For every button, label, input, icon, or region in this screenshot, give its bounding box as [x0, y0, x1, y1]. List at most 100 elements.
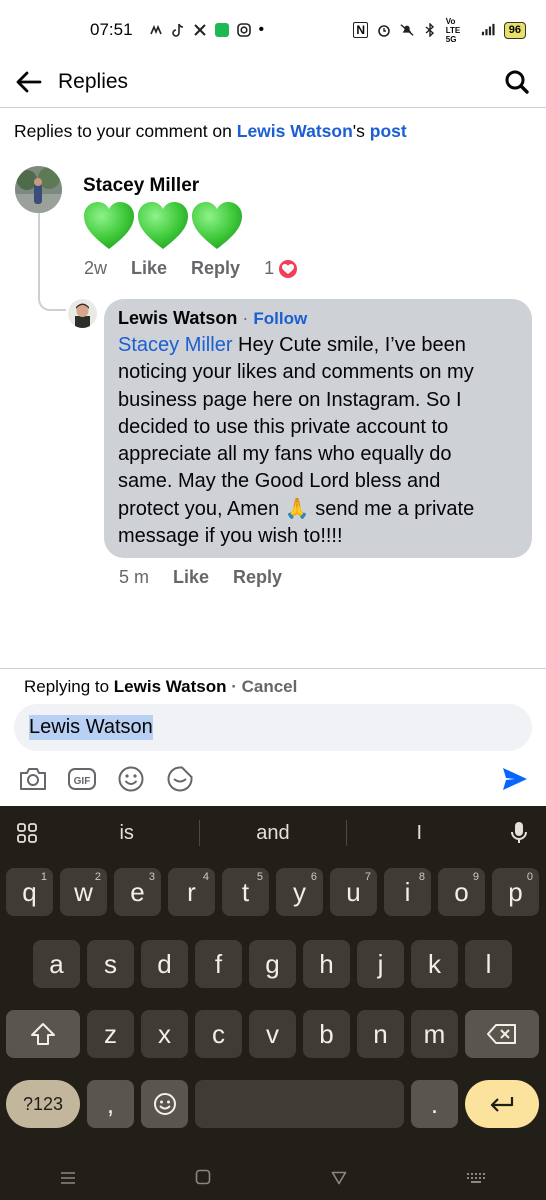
microphone-icon[interactable] [492, 821, 546, 845]
mute-icon [400, 23, 414, 37]
reaction-count: 1 [264, 258, 275, 278]
status-right: N Vo LTE 5G 96 [353, 16, 526, 44]
key-y[interactable]: y6 [276, 868, 323, 916]
reply-line: protect you, Amen 🙏 send me a private [118, 497, 475, 520]
comment-time: 2w [84, 258, 108, 278]
key-b[interactable]: b [303, 1010, 350, 1058]
key-l[interactable]: l [465, 940, 512, 988]
mention-link[interactable]: Stacey Miller [118, 334, 232, 356]
reply-button[interactable]: Reply [191, 258, 240, 279]
key-k[interactable]: k [411, 940, 458, 988]
key-r[interactable]: r4 [168, 868, 215, 916]
key-m[interactable]: m [411, 1010, 458, 1058]
instagram-icon [236, 23, 251, 37]
key-a[interactable]: a [33, 940, 80, 988]
reply-line: message if you wish to!!!! [118, 525, 343, 548]
gif-icon[interactable]: GIF [65, 763, 99, 795]
app-header: Replies [0, 56, 546, 108]
period-key[interactable]: . [411, 1080, 458, 1128]
comma-key[interactable]: , [87, 1080, 134, 1128]
comment-actions: 2w Like Reply 1 [84, 258, 298, 279]
green-heart-icon [138, 202, 188, 249]
keyboard-switch-icon[interactable] [466, 1168, 486, 1191]
svg-text:GIF: GIF [74, 776, 91, 787]
key-t[interactable]: t5 [222, 868, 269, 916]
backspace-key[interactable] [465, 1010, 539, 1058]
suggestion-item[interactable]: is [54, 822, 199, 845]
key-p[interactable]: p0 [492, 868, 539, 916]
shift-icon [31, 1023, 55, 1045]
reply-line: business page here on Instagram. So I [118, 388, 462, 411]
back-nav-icon[interactable] [331, 1168, 347, 1191]
green-app-icon [214, 23, 229, 37]
reply-author-name[interactable]: Lewis Watson [118, 308, 237, 328]
key-d[interactable]: d [141, 940, 188, 988]
enter-icon [490, 1097, 514, 1112]
suggestion-item[interactable]: and [200, 822, 345, 845]
follow-button[interactable]: Follow [253, 309, 307, 328]
key-s[interactable]: s [87, 940, 134, 988]
keyboard-menu-icon[interactable] [0, 822, 54, 844]
avatar[interactable] [15, 166, 62, 213]
post-link[interactable]: post [370, 121, 407, 141]
like-button[interactable]: Like [173, 567, 209, 588]
alarm-icon [377, 23, 391, 37]
reply-line: Hey Cute smile, I’ve been [232, 334, 466, 356]
key-e[interactable]: e3 [114, 868, 161, 916]
home-icon[interactable] [195, 1168, 211, 1191]
replying-to-bar: Replying to Lewis Watson · Cancel [24, 677, 297, 697]
key-i[interactable]: i8 [384, 868, 431, 916]
back-arrow-icon[interactable] [14, 67, 44, 97]
messenger-icon [149, 23, 163, 37]
post-author-link[interactable]: Lewis Watson [237, 121, 353, 141]
reply-input[interactable]: Lewis Watson [14, 704, 532, 751]
reply-actions: 5 m Like Reply [119, 567, 306, 588]
context-prefix: Replies to your comment on [14, 121, 237, 141]
page-title: Replies [58, 69, 129, 93]
search-icon[interactable] [502, 67, 532, 97]
avatar[interactable] [68, 299, 97, 328]
reply-input-value: Lewis Watson [29, 715, 153, 740]
key-w[interactable]: w2 [60, 868, 107, 916]
reply-line: noticing your likes and comments on my [118, 361, 474, 384]
like-button[interactable]: Like [131, 258, 167, 279]
send-icon[interactable] [498, 763, 532, 795]
enter-key[interactable] [465, 1080, 539, 1128]
sticker-icon[interactable] [163, 763, 197, 795]
symbols-key[interactable]: ?123 [6, 1080, 80, 1128]
replying-prefix: Replying to [24, 677, 114, 696]
emoji-icon [153, 1093, 176, 1115]
key-f[interactable]: f [195, 940, 242, 988]
reply-text: Stacey Miller Hey Cute smile, I’ve been … [118, 332, 518, 550]
key-q[interactable]: q1 [6, 868, 53, 916]
reply-header: Lewis Watson · Follow [118, 308, 518, 329]
camera-icon[interactable] [16, 763, 50, 795]
key-c[interactable]: c [195, 1010, 242, 1058]
tiktok-icon [171, 23, 185, 37]
key-u[interactable]: u7 [330, 868, 377, 916]
key-g[interactable]: g [249, 940, 296, 988]
network-label: Vo LTE 5G [445, 16, 461, 44]
recent-apps-icon[interactable] [60, 1168, 76, 1191]
keyboard: is and I q1 w2 e3 r4 t5 y6 u7 i8 o9 p0 a… [0, 806, 546, 1200]
key-o[interactable]: o9 [438, 868, 485, 916]
key-n[interactable]: n [357, 1010, 404, 1058]
battery-indicator: 96 [503, 21, 526, 39]
emoji-icon[interactable] [114, 763, 148, 795]
key-v[interactable]: v [249, 1010, 296, 1058]
emoji-key[interactable] [141, 1080, 188, 1128]
love-reaction-icon[interactable] [278, 259, 298, 279]
key-h[interactable]: h [303, 940, 350, 988]
shift-key[interactable] [6, 1010, 80, 1058]
suggestion-item[interactable]: I [347, 822, 492, 845]
key-z[interactable]: z [87, 1010, 134, 1058]
space-key[interactable] [195, 1080, 404, 1128]
reply-time: 5 m [119, 567, 150, 587]
cancel-reply-button[interactable]: Cancel [242, 677, 298, 696]
key-x[interactable]: x [141, 1010, 188, 1058]
reply-bubble: Lewis Watson · Follow Stacey Miller Hey … [104, 299, 532, 558]
bluetooth-icon [423, 23, 437, 37]
reply-button[interactable]: Reply [233, 567, 282, 588]
key-j[interactable]: j [357, 940, 404, 988]
commenter-name[interactable]: Stacey Miller [83, 175, 199, 197]
